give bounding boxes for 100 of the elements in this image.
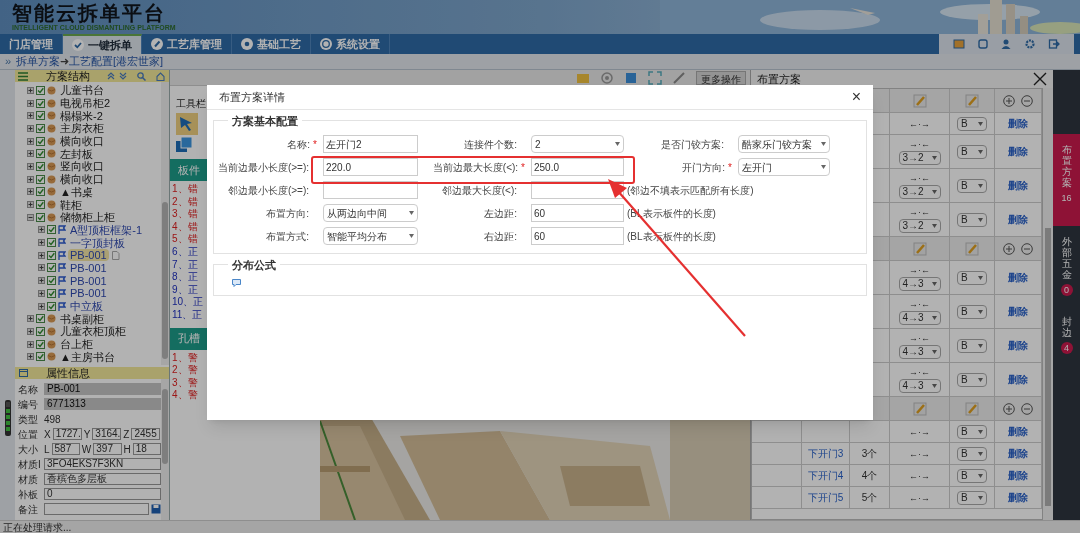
input-field[interactable]: [44, 503, 149, 515]
tree-item[interactable]: 主房衣柜: [58, 122, 106, 135]
checked-checkbox[interactable]: [47, 276, 56, 286]
edit-icon[interactable]: [965, 241, 979, 256]
scrollbar[interactable]: [161, 379, 169, 520]
input-field[interactable]: 0: [44, 488, 161, 500]
tree-item[interactable]: 书桌副柜: [58, 312, 106, 325]
dropdown[interactable]: B: [957, 178, 987, 193]
checked-checkbox[interactable]: [47, 250, 56, 260]
side-tab[interactable]: 布置方案 16: [1053, 134, 1080, 226]
dropdown[interactable]: 4→3: [898, 378, 941, 393]
expand-icon[interactable]: [27, 327, 34, 335]
edit-icon[interactable]: [912, 241, 927, 256]
input-field[interactable]: 18: [132, 443, 161, 455]
checked-checkbox[interactable]: [36, 136, 45, 146]
expand-icon[interactable]: [27, 124, 34, 132]
settings-icon[interactable]: [1024, 38, 1037, 50]
expand-icon[interactable]: [38, 302, 45, 310]
edit-icon[interactable]: [912, 93, 927, 108]
edit-icon[interactable]: [912, 401, 927, 416]
tree-item[interactable]: 儿童书台: [58, 84, 106, 97]
expand-icon[interactable]: [38, 251, 45, 259]
checked-checkbox[interactable]: [47, 225, 56, 235]
search-icon[interactable]: [137, 71, 146, 81]
expand-icon[interactable]: [27, 353, 34, 361]
close-icon[interactable]: [1033, 72, 1047, 86]
dropdown[interactable]: B: [957, 116, 987, 131]
tree-item[interactable]: 储物柜上柜: [58, 211, 117, 224]
logout-icon[interactable]: [1048, 38, 1061, 50]
tree-item[interactable]: 横向收口: [58, 135, 106, 148]
name-link[interactable]: 下开门4: [807, 468, 844, 483]
tree-item[interactable]: ▲书桌: [58, 185, 95, 198]
input-field[interactable]: 250.0: [531, 158, 624, 176]
dropdown[interactable]: 3→2: [898, 150, 941, 165]
side-tab[interactable]: 封边 4: [1053, 306, 1080, 386]
expand-icon[interactable]: [27, 162, 34, 170]
dropdown[interactable]: B: [957, 446, 987, 461]
input-field[interactable]: 1727.: [52, 428, 82, 440]
dropdown[interactable]: 从两边向中间: [323, 204, 418, 222]
checked-checkbox[interactable]: [36, 123, 45, 133]
tree-item[interactable]: 竖向收口: [58, 160, 106, 173]
checked-checkbox[interactable]: [36, 161, 45, 171]
tree-item[interactable]: 榻榻米-2: [58, 109, 105, 122]
side-tab[interactable]: 外部五金 0: [1053, 226, 1080, 306]
home-icon[interactable]: [156, 71, 165, 81]
expand-icon[interactable]: [27, 315, 34, 323]
delete-link[interactable]: 删除: [1008, 446, 1028, 461]
pointer-icon[interactable]: [176, 113, 198, 135]
scrollbar[interactable]: [161, 82, 169, 365]
dropdown[interactable]: 4→3: [898, 276, 941, 291]
dropdown[interactable]: B: [957, 304, 987, 319]
delete-link[interactable]: 删除: [1008, 116, 1028, 131]
delete-link[interactable]: 删除: [1008, 144, 1028, 159]
expand-all-icon[interactable]: [119, 72, 127, 80]
input-field[interactable]: 3164.: [92, 428, 122, 440]
comment-icon[interactable]: [232, 279, 241, 287]
input-field[interactable]: 左开门2: [323, 135, 418, 153]
dropdown[interactable]: B: [957, 270, 987, 285]
checked-checkbox[interactable]: [36, 326, 45, 336]
tree-item[interactable]: PB-001: [68, 287, 109, 300]
remove-icon[interactable]: [1021, 94, 1033, 107]
delete-link[interactable]: 删除: [1008, 304, 1028, 319]
more-button[interactable]: 更多操作: [696, 70, 746, 85]
tree-item[interactable]: PB-001: [68, 261, 109, 274]
expand-icon[interactable]: [27, 137, 34, 145]
dropdown[interactable]: 4→3: [898, 344, 941, 359]
expand-icon[interactable]: [38, 226, 45, 234]
delete-link[interactable]: 删除: [1008, 338, 1028, 353]
nav-tab[interactable]: 一键拆单: [63, 34, 142, 54]
dropdown[interactable]: 智能平均分布: [323, 227, 418, 245]
dropdown[interactable]: 4→3: [898, 310, 941, 325]
delete-link[interactable]: 删除: [1008, 178, 1028, 193]
dropdown[interactable]: B: [957, 468, 987, 483]
dropdown[interactable]: B: [957, 144, 987, 159]
input-field[interactable]: [323, 181, 418, 199]
tree-item[interactable]: 电视吊柜2: [58, 97, 113, 110]
tree-item[interactable]: ▲主房书台: [58, 350, 117, 363]
checked-checkbox[interactable]: [36, 111, 45, 121]
input-field[interactable]: 397: [93, 443, 122, 455]
dropdown[interactable]: B: [957, 424, 987, 439]
edit-icon[interactable]: [965, 93, 979, 108]
remove-icon[interactable]: [1021, 242, 1033, 255]
checked-checkbox[interactable]: [47, 238, 56, 248]
collapse-icon[interactable]: [27, 213, 34, 221]
tree-item[interactable]: 一字顶封板: [68, 236, 127, 249]
checked-checkbox[interactable]: [36, 98, 45, 108]
checked-checkbox[interactable]: [36, 85, 45, 95]
name-link[interactable]: 下开门3: [807, 446, 844, 461]
copy-icon[interactable]: [176, 137, 192, 153]
delete-link[interactable]: 删除: [1008, 468, 1028, 483]
expand-icon[interactable]: [27, 201, 34, 209]
checked-checkbox[interactable]: [47, 263, 56, 273]
checked-checkbox[interactable]: [36, 149, 45, 159]
delete-link[interactable]: 删除: [1008, 424, 1028, 439]
dropdown[interactable]: B: [957, 212, 987, 227]
tree-item[interactable]: 儿童衣柜顶柜: [58, 325, 128, 338]
tree-item[interactable]: 鞋柜: [58, 198, 84, 211]
expand-icon[interactable]: [27, 175, 34, 183]
expand-icon[interactable]: [38, 264, 45, 272]
user-icon[interactable]: [1000, 38, 1013, 50]
